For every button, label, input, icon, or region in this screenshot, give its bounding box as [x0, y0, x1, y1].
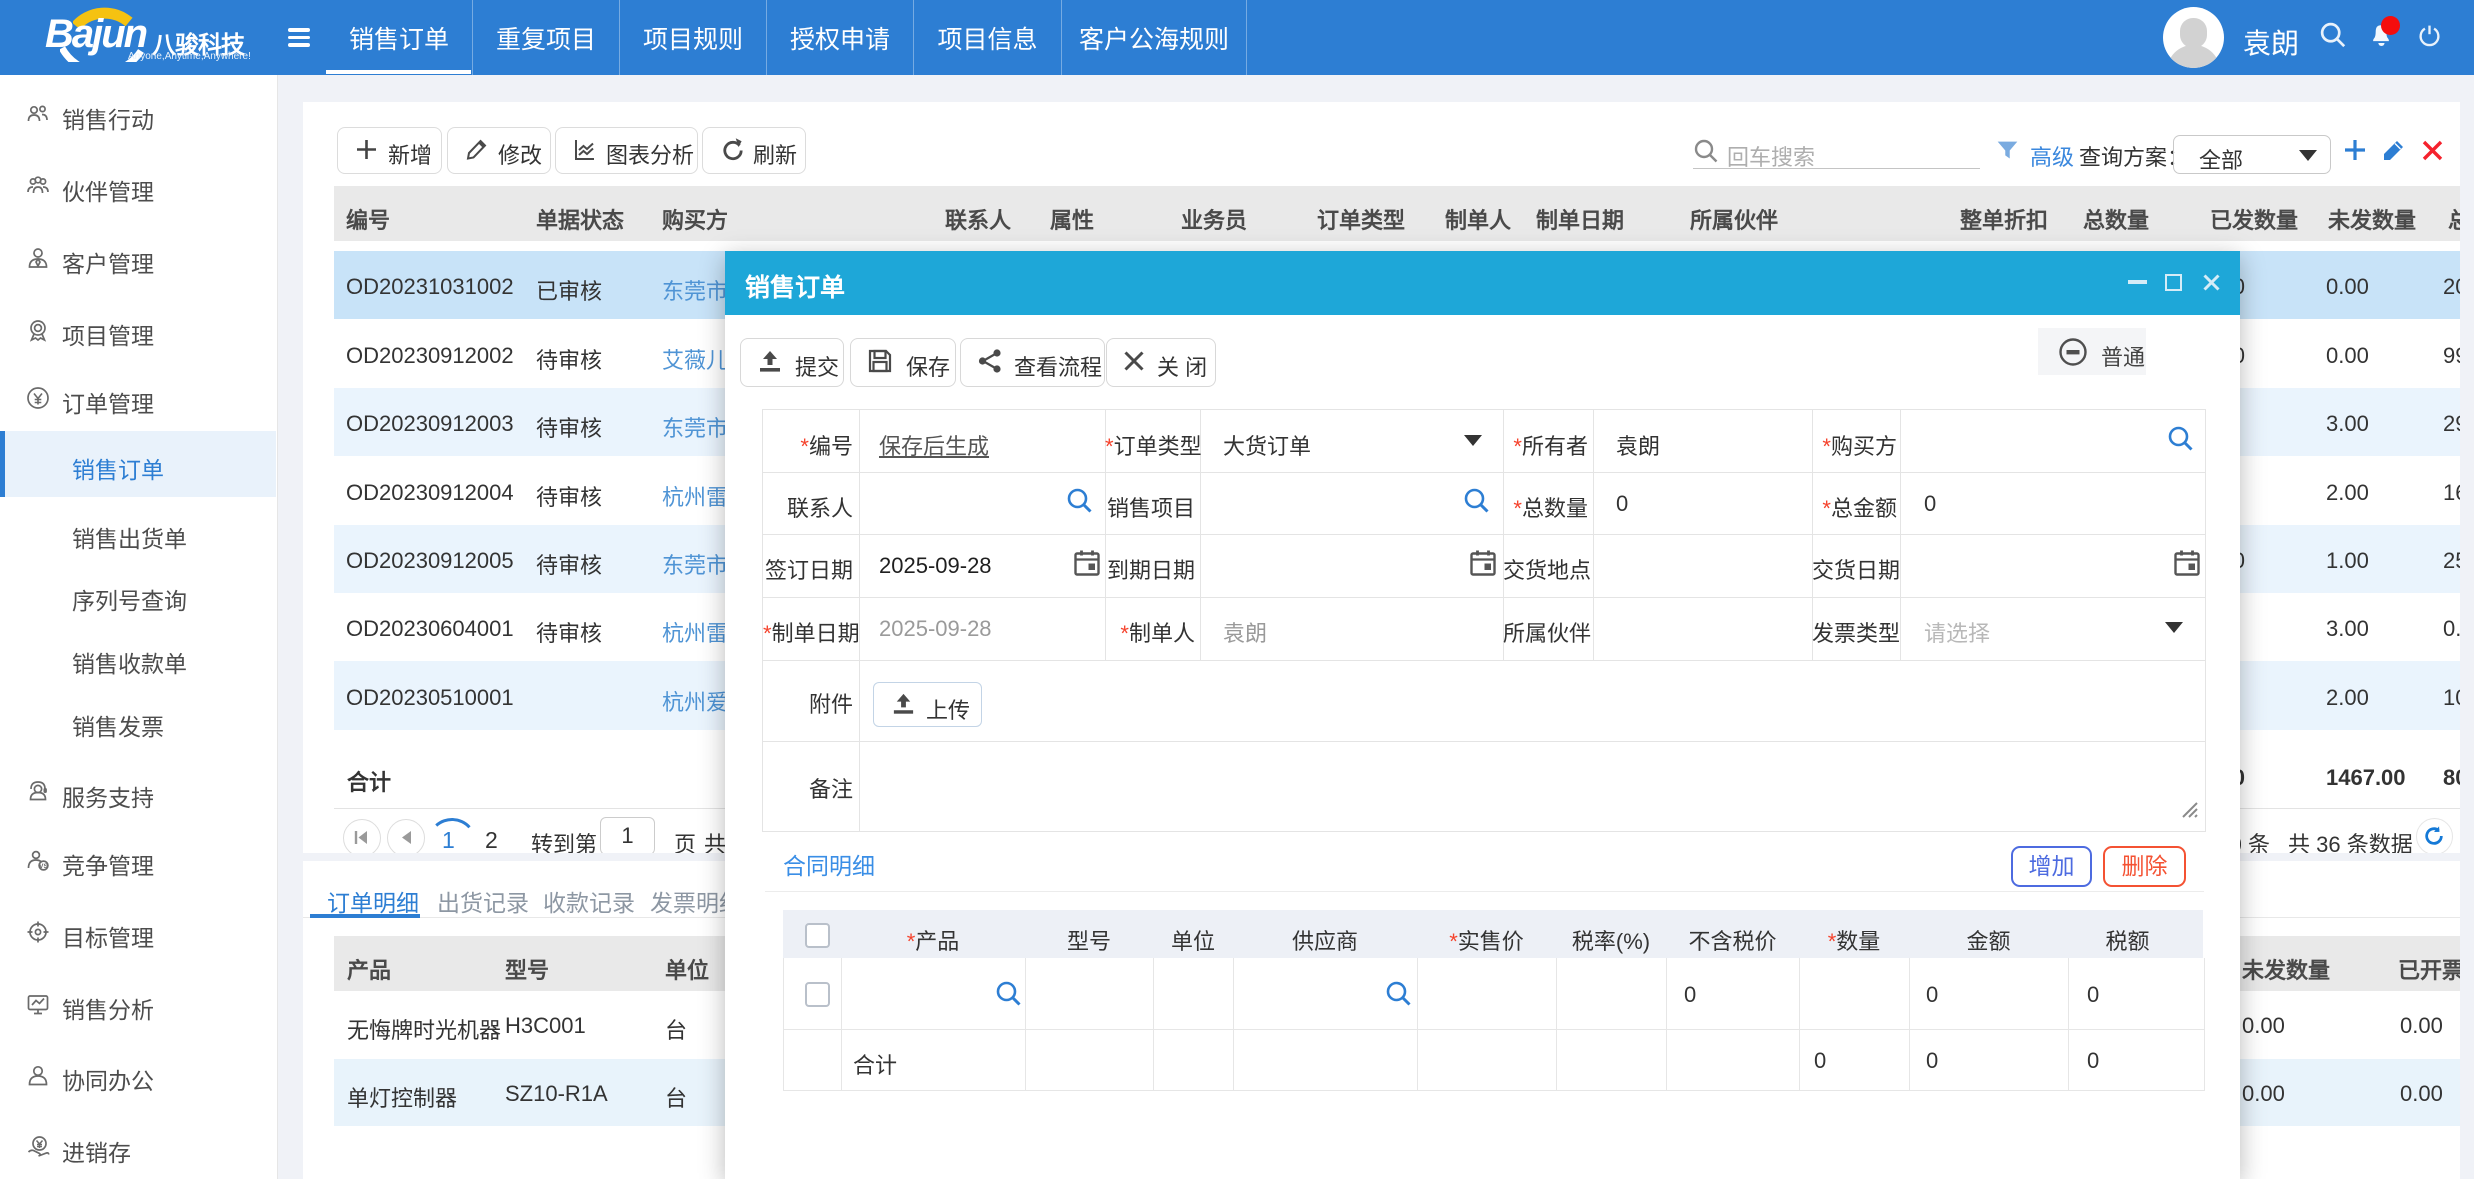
svg-text:VS: VS [39, 863, 48, 870]
